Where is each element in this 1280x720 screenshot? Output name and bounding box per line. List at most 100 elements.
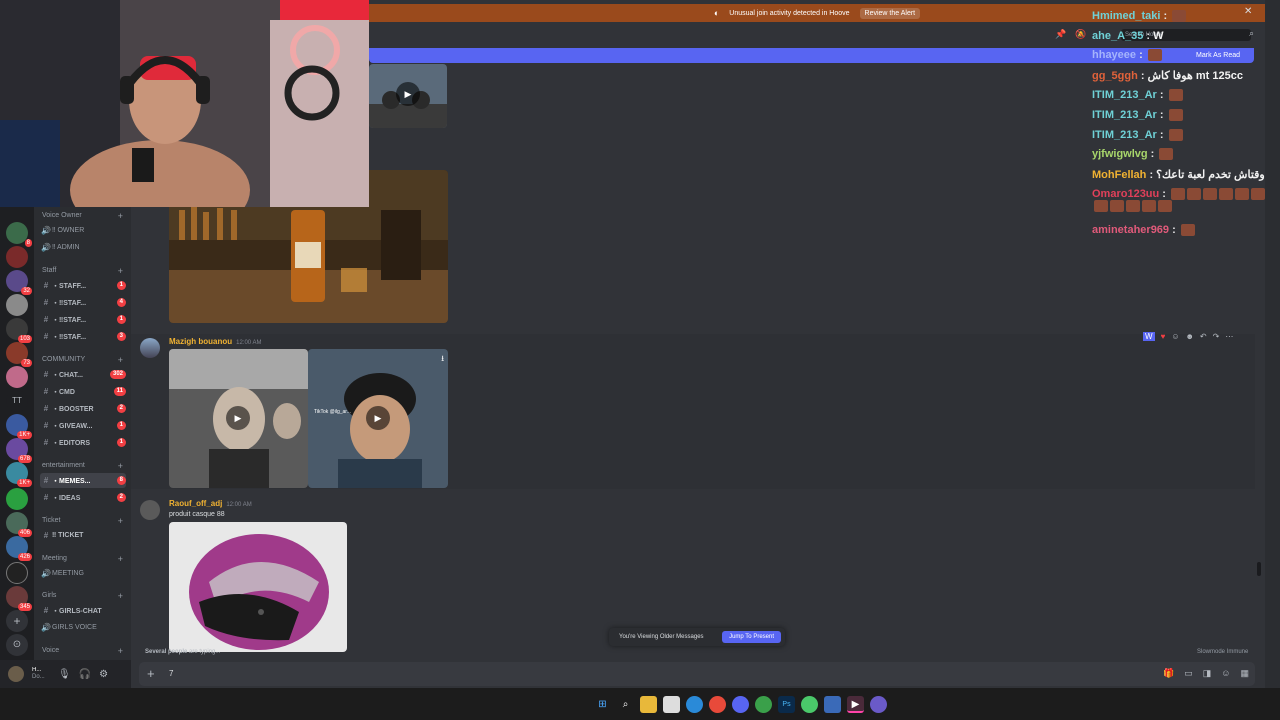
channel-editors[interactable]: # ・EDITORS 1 (40, 435, 126, 450)
channel-chat[interactable]: # ・CHAT... 302 (40, 367, 126, 382)
add-channel-icon[interactable]: + (118, 554, 123, 564)
category-ticket[interactable]: Ticket (42, 517, 60, 524)
microphone-icon[interactable]: 🎙 (58, 669, 71, 680)
add-channel-icon[interactable]: + (118, 355, 123, 365)
message-author[interactable]: Mazigh bouanou 12:00 AM (169, 337, 261, 346)
category-girls[interactable]: Girls (42, 592, 56, 599)
server-icon[interactable]: 73 (6, 342, 32, 367)
add-channel-icon[interactable]: + (118, 461, 123, 471)
add-channel-icon[interactable]: + (118, 591, 123, 601)
server-icon[interactable]: 678 (6, 438, 32, 463)
channel-admin[interactable]: 🔊 ‼ ADMIN (40, 240, 126, 255)
server-icon[interactable]: 32 (6, 270, 32, 295)
image-attachment-helmet[interactable] (169, 522, 347, 652)
add-attachment-icon[interactable]: + (147, 666, 155, 681)
user-name-block[interactable]: H... Do... (32, 667, 50, 681)
video-attachment-1[interactable]: ▶ (169, 349, 308, 488)
server-icon[interactable]: 406 (6, 512, 32, 537)
store-icon[interactable] (663, 696, 680, 713)
server-icon[interactable]: 1K+ (6, 414, 32, 439)
channel-owner[interactable]: 🔊 ‼ OWNER (40, 223, 126, 238)
author-avatar[interactable] (140, 338, 160, 358)
server-icon[interactable] (6, 246, 28, 268)
channel-girls-chat[interactable]: # ・GIRLS-CHAT (40, 603, 126, 618)
server-icon[interactable] (6, 366, 28, 388)
settings-gear-icon[interactable]: ⚙ (99, 669, 108, 680)
play-icon[interactable]: ▶ (366, 406, 390, 430)
channel-staff-4[interactable]: # ・‼STAF... 3 (40, 329, 126, 344)
server-icon[interactable]: TT (6, 390, 28, 412)
category-voice-owner[interactable]: Voice Owner (42, 212, 82, 219)
heart-reaction-icon[interactable]: ♥ (1161, 332, 1166, 341)
channel-meeting[interactable]: 🔊 MEETING (40, 566, 126, 581)
server-icon[interactable]: 345 (6, 586, 32, 611)
channel-ideas[interactable]: # ・IDEAS 2 (40, 490, 126, 505)
add-channel-icon[interactable]: + (118, 211, 123, 221)
video-app-icon[interactable]: ▶ (847, 696, 864, 713)
category-staff[interactable]: Staff (42, 267, 56, 274)
video-thumbnail[interactable]: ▶ (369, 64, 447, 128)
add-reaction-icon[interactable]: ☻ (1185, 332, 1193, 341)
message-author[interactable]: Raouf_off_adj 12:00 AM (169, 499, 252, 508)
server-icon[interactable] (6, 562, 28, 584)
gif-icon[interactable]: ▭ (1184, 668, 1193, 679)
channel-girls-voice[interactable]: 🔊 GIRLS VOICE (40, 620, 126, 635)
video-attachment-2[interactable]: ▶ TikTok @ilg_ar... ⭳ (308, 349, 448, 488)
play-icon[interactable]: ▶ (396, 82, 420, 106)
server-icon[interactable]: 103 (6, 318, 32, 343)
channel-staff-3[interactable]: # ・‼STAF... 1 (40, 312, 126, 327)
chrome-icon[interactable] (755, 696, 772, 713)
add-channel-icon[interactable]: + (118, 266, 123, 276)
sticker-icon[interactable]: ◨ (1203, 668, 1212, 679)
server-icon[interactable]: 8 (6, 222, 32, 247)
scrollbar-thumb[interactable] (1257, 562, 1261, 576)
server-icon[interactable] (6, 294, 28, 316)
category-community[interactable]: COMMUNITY (42, 356, 85, 363)
server-icon[interactable] (6, 488, 28, 510)
category-meeting[interactable]: Meeting (42, 555, 67, 562)
jump-to-present-button[interactable]: Jump To Present (722, 631, 781, 643)
channel-staff-1[interactable]: # ・STAFF... 1 (40, 278, 126, 293)
pin-icon[interactable]: 📌 (1055, 29, 1066, 40)
file-explorer-icon[interactable] (640, 696, 657, 713)
server-icon[interactable]: 426 (6, 536, 32, 561)
smile-reaction-icon[interactable]: ☺ (1171, 332, 1179, 341)
app-icon[interactable] (801, 696, 818, 713)
category-voice[interactable]: Voice (42, 647, 59, 654)
add-server-icon[interactable]: + (6, 610, 28, 632)
category-entertainment[interactable]: entertainment (42, 462, 85, 469)
gift-icon[interactable]: 🎁 (1163, 668, 1174, 679)
channel-staff-2[interactable]: # ・‼STAF... 4 (40, 295, 126, 310)
discover-icon[interactable]: ⊙ (6, 634, 28, 656)
edge-icon[interactable] (686, 696, 703, 713)
user-avatar[interactable] (8, 666, 24, 682)
monitor-icon[interactable] (824, 696, 841, 713)
more-options-icon[interactable]: ⋯ (1225, 332, 1233, 341)
channel-booster[interactable]: # ・BOOSTER 2 (40, 401, 126, 416)
apps-icon[interactable]: ▦ (1240, 668, 1249, 679)
forward-icon[interactable]: ↷ (1213, 332, 1220, 341)
emoji-icon[interactable]: ☺ (1221, 668, 1230, 679)
add-channel-icon[interactable]: + (118, 646, 123, 656)
photoshop-icon[interactable]: Ps (778, 696, 795, 713)
author-avatar[interactable] (140, 500, 160, 520)
channel-memes[interactable]: # ・MEMES... 8 (40, 473, 126, 488)
server-icon[interactable]: 1K+ (6, 462, 32, 487)
play-icon[interactable]: ▶ (226, 406, 250, 430)
discord-taskbar-icon[interactable] (732, 696, 749, 713)
discord-active-icon[interactable] (870, 696, 887, 713)
review-alert-button[interactable]: Review the Alert (859, 7, 921, 19)
headphones-icon[interactable]: 🎧 (79, 669, 91, 680)
message-composer[interactable]: + 7 🎁 ▭ ◨ ☺ ▦ (139, 662, 1255, 686)
reaction-w-icon[interactable]: W (1143, 331, 1155, 341)
start-icon[interactable]: ⊞ (594, 696, 611, 713)
reply-icon[interactable]: ↶ (1200, 332, 1207, 341)
channel-giveaway[interactable]: # ・GIVEAW... 1 (40, 418, 126, 433)
channel-ticket[interactable]: # ‼ TICKET (40, 528, 126, 543)
search-icon[interactable]: ⌕ (617, 696, 634, 713)
add-channel-icon[interactable]: + (118, 516, 123, 526)
close-icon[interactable]: ✕ (1244, 6, 1252, 17)
channel-cmd[interactable]: # ・CMD 11 (40, 384, 126, 399)
download-icon[interactable]: ⭳ (441, 353, 444, 367)
opera-icon[interactable] (709, 696, 726, 713)
